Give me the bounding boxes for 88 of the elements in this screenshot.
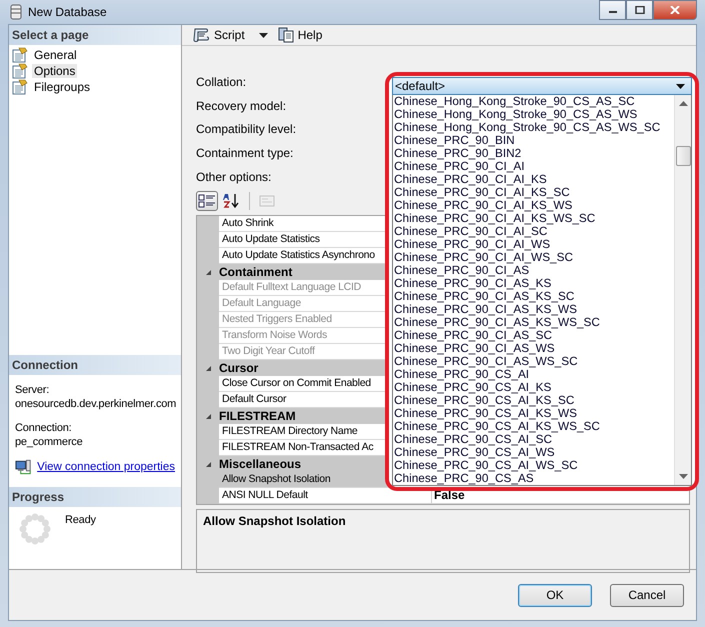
connection-label: Connection: bbox=[15, 421, 72, 435]
document-icon bbox=[278, 27, 294, 43]
page-icon bbox=[12, 63, 28, 79]
dropdown-option[interactable]: Chinese_PRC_90_CI_AS_SC bbox=[394, 329, 673, 342]
property-value[interactable]: False bbox=[434, 488, 465, 504]
category-header: Cursor bbox=[219, 360, 258, 376]
description-title: Allow Snapshot Isolation bbox=[203, 514, 347, 528]
dropdown-option[interactable]: Chinese_PRC_90_BIN2 bbox=[394, 147, 673, 160]
section-header: Connection bbox=[9, 355, 181, 375]
category-header: Containment bbox=[219, 264, 292, 280]
dropdown-option[interactable]: Chinese_PRC_90_CI_AI_KS bbox=[394, 173, 673, 186]
scroll-icon bbox=[192, 27, 210, 43]
dropdown-option[interactable]: Chinese_PRC_90_CI_AI_WS_SC bbox=[394, 251, 673, 264]
dropdown-option[interactable]: Chinese_PRC_90_CI_AI_KS_SC bbox=[394, 186, 673, 199]
field-label: Recovery model: bbox=[196, 98, 286, 115]
page-icon bbox=[12, 47, 28, 63]
collapse-icon[interactable] bbox=[204, 268, 212, 276]
field-label: Compatibility level: bbox=[196, 121, 296, 138]
scroll-up-icon bbox=[678, 101, 688, 106]
dropdown-option[interactable]: Chinese_PRC_90_CS_AI_WS bbox=[394, 446, 673, 459]
categorized-button[interactable] bbox=[196, 191, 218, 212]
dropdown-option[interactable]: Chinese_PRC_90_CS_AI_WS_SC bbox=[394, 459, 673, 472]
field-label: Collation: bbox=[196, 74, 246, 91]
property-name[interactable]: Allow Snapshot Isolation bbox=[222, 473, 330, 486]
caret-icon bbox=[258, 32, 268, 38]
dropdown-option[interactable]: Chinese_PRC_90_CI_AS_KS_SC bbox=[394, 290, 673, 303]
dropdown-option[interactable]: Chinese_PRC_90_CI_AI_KS_WS_SC bbox=[394, 212, 673, 225]
window-title: New Database bbox=[28, 5, 107, 19]
collapse-icon[interactable] bbox=[204, 460, 212, 468]
categorized-icon bbox=[198, 193, 216, 210]
field-label: Containment type: bbox=[196, 145, 294, 162]
section-header: Select a page bbox=[9, 25, 181, 45]
dropdown-option[interactable]: Chinese_PRC_90_CI_AS_WS bbox=[394, 342, 673, 355]
collation-dropdown[interactable]: <default> bbox=[392, 77, 692, 95]
collapse-icon[interactable] bbox=[204, 364, 212, 372]
sidebar-item[interactable]: General bbox=[32, 48, 79, 62]
progress-status: Ready bbox=[65, 513, 96, 527]
connection-name: pe_commerce bbox=[15, 435, 82, 449]
dropdown-option[interactable]: Chinese_PRC_90_CS_AI_SC bbox=[394, 433, 673, 446]
dropdown-option[interactable]: Chinese_PRC_90_CI_AI_SC bbox=[394, 225, 673, 238]
maximize-button[interactable] bbox=[626, 0, 653, 20]
dropdown-option[interactable]: Chinese_PRC_90_CS_AI_KS_SC bbox=[394, 394, 673, 407]
computer-icon bbox=[15, 459, 32, 475]
dropdown-option[interactable]: Chinese_PRC_90_CI_AI bbox=[394, 160, 673, 173]
dropdown-option[interactable]: Chinese_PRC_90_CS_AI bbox=[394, 368, 673, 381]
scroll-down-icon bbox=[678, 474, 688, 479]
dropdown-option[interactable]: Chinese_PRC_90_CS_AS bbox=[394, 472, 673, 485]
cancel-button[interactable]: Cancel bbox=[610, 584, 684, 606]
dropdown-option[interactable]: Chinese_PRC_90_CI_AI_KS_WS bbox=[394, 199, 673, 212]
spinner-icon bbox=[19, 513, 51, 545]
dropdown-option[interactable]: Chinese_PRC_90_CS_AI_KS_WS_SC bbox=[394, 420, 673, 433]
dropdown-option[interactable]: Chinese_PRC_90_CI_AS_WS_SC bbox=[394, 355, 673, 368]
help-button[interactable]: Help bbox=[276, 25, 324, 45]
property-name[interactable]: Auto Shrink bbox=[222, 217, 274, 230]
property-pages-icon bbox=[258, 193, 276, 210]
close-button[interactable] bbox=[653, 0, 697, 20]
dropdown-option[interactable]: Chinese_PRC_90_CI_AS_KS_WS bbox=[394, 303, 673, 316]
script-button[interactable]: Script bbox=[190, 25, 247, 45]
sort-icon bbox=[223, 193, 241, 210]
dropdown-option[interactable]: Chinese_Hong_Kong_Stroke_90_CS_AS_WS bbox=[394, 108, 673, 121]
server-name: onesourcedb.dev.perkinelmer.com bbox=[15, 397, 176, 411]
dropdown-option[interactable]: Chinese_Hong_Kong_Stroke_90_CS_AS_WS_SC bbox=[394, 121, 673, 134]
collapse-icon[interactable] bbox=[204, 412, 212, 420]
dropdown-option[interactable]: Chinese_PRC_90_CI_AS_KS bbox=[394, 277, 673, 290]
field-label: Other options: bbox=[196, 168, 272, 186]
database-icon bbox=[10, 4, 22, 20]
dropdown-option[interactable]: Chinese_PRC_90_CI_AS_KS_WS_SC bbox=[394, 316, 673, 329]
caret-icon bbox=[676, 84, 685, 88]
close-icon bbox=[670, 6, 680, 14]
dropdown-option[interactable]: Chinese_PRC_90_CS_AI_KS bbox=[394, 381, 673, 394]
dropdown-option[interactable]: Chinese_PRC_90_CI_AI_WS bbox=[394, 238, 673, 251]
dropdown-option[interactable]: Chinese_PRC_90_CS_AI_KS_WS bbox=[394, 407, 673, 420]
ok-button[interactable]: OK bbox=[518, 584, 592, 606]
dropdown-option[interactable]: Chinese_Hong_Kong_Stroke_90_CS_AS_SC bbox=[394, 95, 673, 108]
scrollbar[interactable] bbox=[674, 95, 691, 485]
scroll-thumb[interactable] bbox=[676, 146, 690, 166]
dropdown-option[interactable]: Chinese_PRC_90_BIN bbox=[394, 134, 673, 147]
sidebar-item[interactable]: Options bbox=[32, 64, 78, 78]
dropdown-option[interactable]: Chinese_PRC_90_CI_AS bbox=[394, 264, 673, 277]
page-icon bbox=[12, 79, 28, 95]
server-label: Server: bbox=[15, 383, 50, 397]
sidebar-item[interactable]: Filegroups bbox=[32, 80, 92, 94]
category-header: Miscellaneous bbox=[219, 456, 302, 472]
section-header: Progress bbox=[9, 487, 181, 507]
maximize-icon bbox=[634, 6, 644, 14]
minimize-button[interactable] bbox=[599, 0, 626, 20]
connection-properties-link[interactable]: View connection properties bbox=[37, 461, 175, 473]
category-header: FILESTREAM bbox=[219, 408, 296, 424]
